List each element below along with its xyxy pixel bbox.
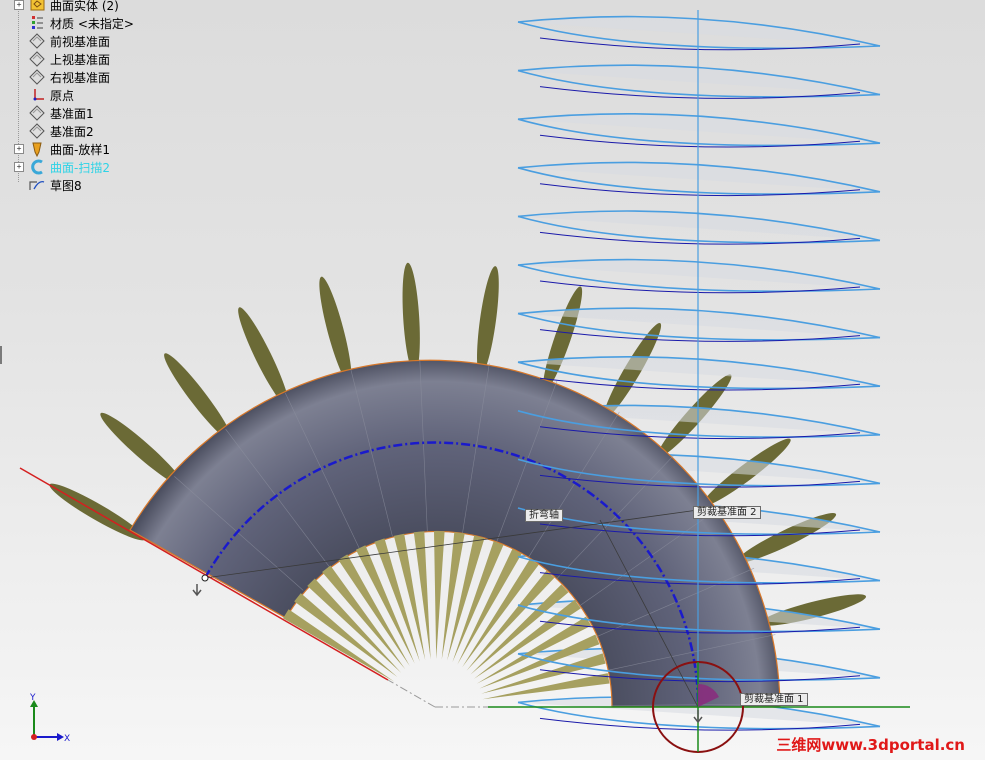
plane-icon	[29, 105, 45, 121]
inner-blade	[413, 531, 431, 660]
trim-plane-1-label[interactable]: 剪裁基准面 1	[740, 693, 808, 706]
inner-blade	[434, 531, 445, 659]
plane-icon	[29, 51, 45, 67]
outer-blade	[319, 276, 352, 384]
surface-loft-icon	[32, 142, 42, 158]
tree-item-label: 基准面1	[50, 107, 94, 121]
tree-item-label: 上视基准面	[50, 53, 111, 67]
tree-item[interactable]: 基准面2	[0, 122, 240, 140]
surface-body-folder-icon	[30, 0, 45, 11]
material-icon	[32, 16, 43, 29]
sweep-start-point[interactable]	[201, 574, 209, 582]
tree-item[interactable]: 材质 <未指定>	[0, 14, 240, 32]
tree-item-label: 原点	[50, 89, 75, 103]
panel-splitter-handle[interactable]	[0, 346, 2, 364]
outer-blade	[402, 262, 420, 373]
plane-icon	[29, 33, 45, 49]
tree-item-label: 材质 <未指定>	[50, 17, 134, 31]
construction-line	[387, 679, 436, 708]
tree-item-label: 曲面-扫描2	[50, 161, 110, 175]
trim-plane-2-label[interactable]: 剪裁基准面 2	[693, 506, 761, 519]
tree-item-label: 曲面-放样1	[50, 143, 110, 157]
outer-blade	[543, 286, 583, 391]
site-watermark: 三维网www.3dportal.cn	[776, 736, 965, 754]
feature-manager-tree: + 曲面实体 (2) 材质 <未指定> 前视基准面上视基准面右视基准面原点基准面1 基准…	[0, 0, 240, 200]
tree-item[interactable]: 上视基准面	[0, 50, 240, 68]
sketch-icon	[29, 181, 45, 190]
z-axis-dot	[31, 734, 37, 740]
surface-sweep-icon	[31, 159, 43, 175]
tree-item[interactable]: + 曲面-放样1	[0, 140, 240, 158]
tree-item-label: 曲面实体 (2)	[50, 0, 119, 13]
tree-item[interactable]: 右视基准面	[0, 68, 240, 86]
coordinate-triad: Y X	[29, 693, 70, 744]
inner-blade	[283, 609, 395, 682]
tree-item[interactable]: 前视基准面	[0, 32, 240, 50]
x-axis-arrowhead	[57, 733, 64, 741]
plane-icon	[29, 69, 45, 85]
bend-plane-label[interactable]: 折弯轴	[525, 509, 563, 522]
tree-expander-icon[interactable]: +	[14, 144, 24, 154]
arrow-marker-icon	[192, 584, 202, 597]
tree-item[interactable]: 基准面1	[0, 104, 240, 122]
tree-item-label: 前视基准面	[50, 35, 111, 49]
tree-item-label: 基准面2	[50, 125, 94, 139]
tree-item-label: 右视基准面	[50, 71, 111, 85]
outer-blade	[477, 266, 499, 376]
y-axis-label: Y	[29, 693, 36, 703]
origin-icon	[33, 89, 44, 101]
tree-expander-icon[interactable]: +	[14, 0, 24, 10]
tree-item[interactable]: 原点	[0, 86, 240, 104]
tree-item-label: 草图8	[50, 179, 82, 193]
tree-item[interactable]: 草图8	[0, 176, 240, 194]
tree-item[interactable]: + 曲面实体 (2)	[0, 0, 240, 14]
tree-expander-icon[interactable]: +	[14, 162, 24, 172]
plane-icon	[29, 123, 45, 139]
tree-item[interactable]: + 曲面-扫描2	[0, 158, 240, 176]
x-axis-label: X	[64, 734, 70, 744]
